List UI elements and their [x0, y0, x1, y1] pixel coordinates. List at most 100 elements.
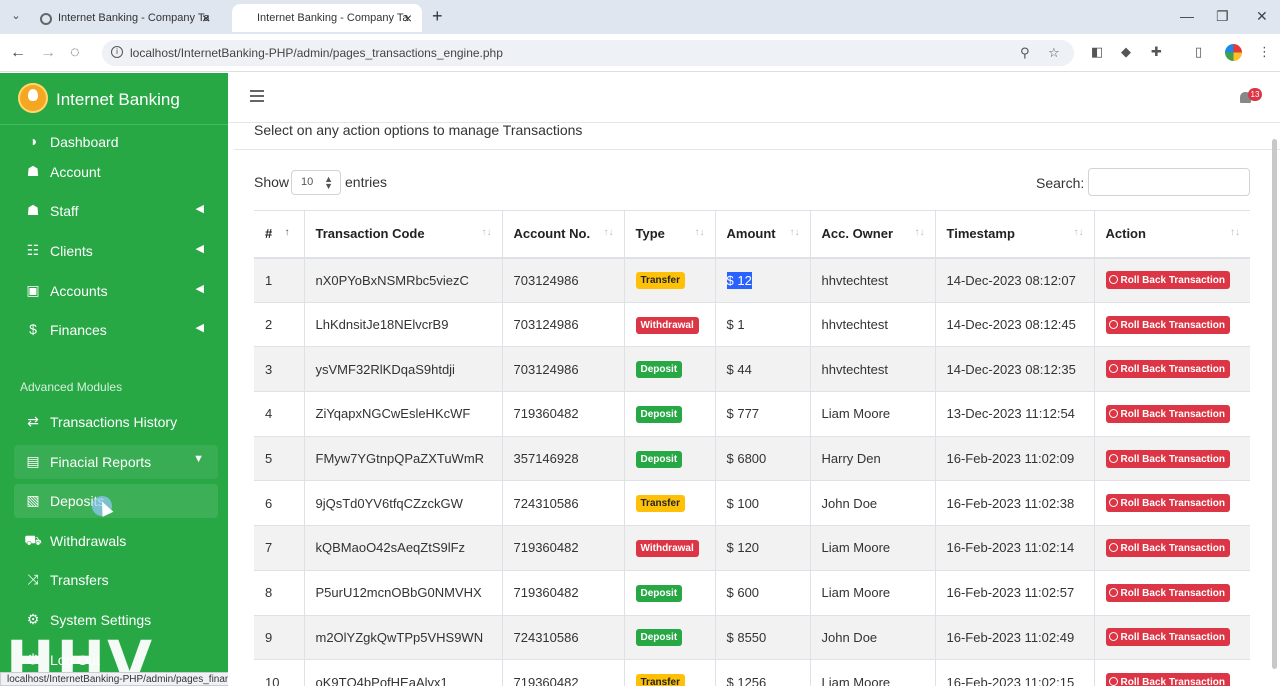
cell-number: 1	[254, 257, 304, 303]
close-window-icon[interactable]: ✕	[1256, 8, 1268, 25]
sidepanel-icon[interactable]: ▯	[1195, 44, 1211, 60]
close-icon[interactable]: ×	[404, 10, 412, 26]
info-icon[interactable]: i	[111, 46, 123, 58]
cell-account-no: 724310586	[501, 614, 624, 660]
brand[interactable]: Internet Banking	[0, 73, 228, 125]
column-header-acc-owner[interactable]: Acc. Owner ↑↓	[809, 210, 935, 259]
scrollbar-thumb[interactable]	[1272, 139, 1277, 669]
roll-back-button[interactable]: Roll Back Transaction	[1105, 360, 1230, 379]
amount-text: $ 600	[726, 585, 760, 601]
minimize-icon[interactable]: —	[1180, 8, 1194, 24]
cell-amount: $ 44	[714, 346, 810, 392]
type-badge: Deposit	[635, 450, 683, 468]
amount-text: $ 44	[726, 361, 752, 377]
profile-avatar[interactable]	[1225, 44, 1242, 61]
back-icon[interactable]: ←	[10, 44, 26, 62]
hamburger-menu-icon[interactable]	[250, 90, 264, 102]
roll-back-button[interactable]: Roll Back Transaction	[1105, 404, 1230, 423]
maximize-icon[interactable]: ❐	[1216, 8, 1229, 25]
browser-tab-1[interactable]: Internet Banking - Company Ta ×	[30, 4, 220, 32]
cell-transaction-code: ysVMF32RlKDqaS9htdji	[303, 346, 502, 392]
roll-back-label: Roll Back Transaction	[1120, 587, 1225, 599]
cell-number: 3	[254, 346, 304, 392]
extension-icon-2[interactable]: ◆	[1121, 44, 1137, 60]
sidebar-item-label: Staff	[50, 203, 79, 219]
show-label: Show	[254, 174, 290, 190]
cell-number: 10	[254, 659, 304, 686]
roll-back-button[interactable]: Roll Back Transaction	[1105, 315, 1230, 334]
cell-action: Roll Back Transaction	[1093, 659, 1250, 686]
search-input[interactable]	[1088, 168, 1250, 196]
roll-back-label: Roll Back Transaction	[1120, 319, 1225, 331]
cell-amount: $ 8550	[714, 614, 810, 660]
sidebar-item-accounts[interactable]: ▣ Accounts ◀	[14, 274, 218, 308]
cell-timestamp: 13-Dec-2023 11:12:54	[934, 391, 1094, 437]
table-row: 6 9jQsTd0YV6tfqCZzckGW 724310586 Transfer $ …	[254, 480, 1250, 526]
forward-icon[interactable]: →	[40, 44, 56, 62]
sidebar-item-clients[interactable]: ☷ Clients ◀	[14, 234, 218, 268]
cell-type: Deposit	[623, 569, 715, 615]
sidebar-item-finances[interactable]: $ Finances ◀	[14, 313, 218, 347]
cell-acc-owner: Liam Moore	[809, 391, 935, 437]
divider	[234, 149, 1280, 150]
sidebar-item-transfers[interactable]: ⤨ Transfers	[14, 563, 218, 597]
column-header-type[interactable]: Type ↑↓	[623, 210, 715, 259]
column-header-amount[interactable]: Amount ↑↓	[714, 210, 810, 259]
column-header-action[interactable]: Action ↑↓	[1093, 210, 1250, 259]
cell-timestamp: 14-Dec-2023 08:12:35	[934, 346, 1094, 392]
sidebar-item-financial-reports[interactable]: ▤ Finacial Reports ▼	[14, 445, 218, 479]
roll-back-button[interactable]: Roll Back Transaction	[1105, 271, 1230, 290]
address-bar[interactable]: i localhost/InternetBanking-PHP/admin/pa…	[102, 40, 1074, 66]
cell-account-no: 703124986	[501, 346, 624, 392]
roll-back-button[interactable]: Roll Back Transaction	[1105, 628, 1230, 647]
roll-back-button[interactable]: Roll Back Transaction	[1105, 583, 1230, 602]
roll-back-button[interactable]: Roll Back Transaction	[1105, 494, 1230, 513]
column-header-account-no[interactable]: Account No. ↑↓	[501, 210, 624, 259]
scrollbar[interactable]	[1270, 133, 1278, 685]
dollar-icon: $	[29, 321, 37, 337]
column-header-number[interactable]: # ↑	[254, 210, 304, 259]
cell-number: 7	[254, 525, 304, 571]
cell-type: Transfer	[623, 480, 715, 526]
chevron-left-icon: ◀	[195, 322, 204, 334]
cell-transaction-code: m2OlYZgkQwTPp5VHS9WN	[303, 614, 502, 660]
cell-number: 6	[254, 480, 304, 526]
sidebar-item-dashboard[interactable]: ◑ Dashboard	[14, 125, 218, 159]
puzzle-icon[interactable]: ✚	[1151, 44, 1167, 60]
sidebar-item-transactions-history[interactable]: ⇄ Transactions History	[14, 405, 218, 439]
page-length-select[interactable]: 10 ▲ ▼	[291, 170, 341, 195]
page-title: Select on any action options to manage T…	[254, 122, 583, 138]
sidebar-item-label: Account	[50, 164, 101, 180]
power-icon	[1108, 453, 1118, 463]
sidebar-item-deposits[interactable]: ▧ Deposits	[14, 484, 218, 518]
roll-back-button[interactable]: Roll Back Transaction	[1105, 538, 1230, 557]
table-row: 4 ZiYqapxNGCwEsleHKcWF 719360482 Deposit $ 7…	[254, 391, 1250, 437]
sidebar-item-withdrawals[interactable]: ⛟ Withdrawals	[14, 524, 218, 558]
zoom-icon[interactable]: ⚲	[1020, 45, 1030, 61]
exchange-icon: ⇄	[27, 413, 39, 429]
brand-logo	[18, 83, 48, 113]
roll-back-button[interactable]: Roll Back Transaction	[1105, 449, 1230, 468]
sidebar-item-account[interactable]: ☗ Account	[14, 155, 218, 189]
tab-search-icon[interactable]: ⌄	[8, 8, 24, 24]
roll-back-button[interactable]: Roll Back Transaction	[1105, 673, 1230, 686]
sidebar-item-label: Accounts	[50, 283, 108, 299]
loading-icon[interactable]: ◌	[70, 44, 80, 62]
cell-timestamp: 16-Feb-2023 11:02:14	[934, 525, 1094, 571]
sidebar-item-staff[interactable]: ☗ Staff ◀	[14, 194, 218, 228]
power-icon	[1108, 542, 1118, 552]
browser-tab-2[interactable]: Internet Banking - Company Ta ×	[232, 4, 422, 32]
column-header-timestamp[interactable]: Timestamp ↑↓	[934, 210, 1094, 259]
new-tab-icon[interactable]: +	[432, 6, 443, 27]
kebab-menu-icon[interactable]: ⋮	[1258, 44, 1274, 60]
star-icon[interactable]: ☆	[1048, 45, 1060, 61]
browser-tab-bar: ⌄ Internet Banking - Company Ta × Intern…	[0, 0, 1280, 34]
cell-acc-owner: Liam Moore	[809, 569, 935, 615]
cell-acc-owner: John Doe	[809, 614, 935, 660]
amount-text: $ 100	[726, 495, 760, 511]
column-header-transaction-code[interactable]: Transaction Code ↑↓	[303, 210, 502, 259]
cell-timestamp: 16-Feb-2023 11:02:15	[934, 659, 1094, 686]
extension-icon[interactable]: ◧	[1091, 44, 1107, 60]
cell-number: 2	[254, 301, 304, 347]
close-icon[interactable]: ×	[202, 10, 210, 26]
